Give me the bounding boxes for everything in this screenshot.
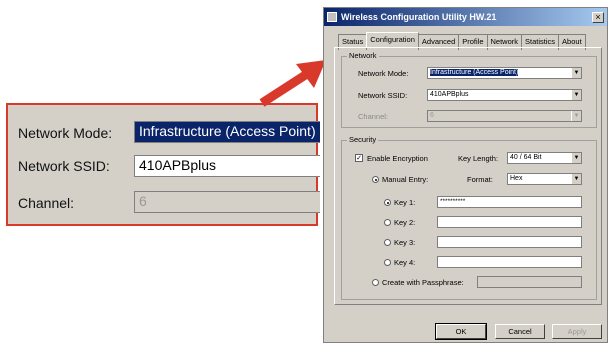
key-length-select[interactable]: 40 / 64 Bit ▼ — [507, 152, 582, 164]
security-group-title: Security — [347, 135, 379, 144]
channel-label: Channel: — [358, 112, 389, 121]
ok-button[interactable]: OK — [435, 323, 487, 340]
configuration-panel: Network Network Mode: Infrastructure (Ac… — [334, 47, 602, 305]
key1-label: Key 1: — [394, 198, 416, 207]
format-select[interactable]: Hex ▼ — [507, 173, 582, 185]
passphrase-input — [477, 276, 582, 288]
network-mode-value: Infrastructure (Access Point) — [430, 69, 519, 76]
app-icon — [327, 12, 337, 22]
channel-value: 6 — [430, 112, 434, 119]
network-mode-select[interactable]: Infrastructure (Access Point) ▼ — [427, 67, 582, 79]
network-group: Network Network Mode: Infrastructure (Ac… — [341, 51, 597, 128]
key-length-value: 40 / 64 Bit — [510, 154, 542, 161]
network-ssid-value: 410APBplus — [430, 91, 469, 98]
channel-select: 6 ▼ — [427, 110, 582, 122]
key3-label: Key 3: — [394, 238, 416, 247]
network-ssid-select[interactable]: 410APBplus ▼ — [427, 89, 582, 101]
cancel-button[interactable]: Cancel — [495, 324, 545, 339]
chevron-down-icon: ▼ — [571, 153, 581, 163]
key2-radio[interactable] — [384, 219, 391, 226]
close-icon[interactable]: × — [592, 11, 604, 23]
key1-radio[interactable] — [384, 199, 391, 206]
manual-entry-radio[interactable] — [372, 176, 379, 183]
key1-input[interactable]: ********** — [437, 196, 582, 208]
key4-radio[interactable] — [384, 259, 391, 266]
enable-encryption-checkbox[interactable]: ✓ — [355, 154, 363, 162]
tab-configuration[interactable]: Configuration — [366, 32, 419, 48]
network-ssid-label: Network SSID: — [358, 91, 408, 100]
chevron-down-icon: ▼ — [571, 68, 581, 78]
network-mode-label: Network Mode: — [358, 69, 409, 78]
wireless-config-dialog: Wireless Configuration Utility HW.21 × S… — [323, 7, 608, 343]
manual-entry-label: Manual Entry: — [382, 175, 429, 184]
security-group: Security ✓ Enable Encryption Key Length:… — [341, 135, 597, 300]
key4-label: Key 4: — [394, 258, 416, 267]
chevron-down-icon: ▼ — [571, 111, 581, 121]
enable-encryption-label: Enable Encryption — [367, 154, 428, 163]
key2-label: Key 2: — [394, 218, 416, 227]
format-value: Hex — [510, 175, 523, 182]
key3-input[interactable] — [437, 236, 582, 248]
key2-input[interactable] — [437, 216, 582, 228]
format-label: Format: — [467, 175, 493, 184]
key-length-label: Key Length: — [458, 154, 499, 163]
network-group-title: Network — [347, 51, 379, 60]
passphrase-label: Create with Passphrase: — [382, 278, 464, 287]
key3-radio[interactable] — [384, 239, 391, 246]
apply-button[interactable]: Apply — [552, 324, 602, 339]
chevron-down-icon: ▼ — [571, 174, 581, 184]
passphrase-radio[interactable] — [372, 279, 379, 286]
title-bar[interactable]: Wireless Configuration Utility HW.21 × — [324, 8, 607, 26]
window-title: Wireless Configuration Utility HW.21 — [341, 12, 497, 22]
chevron-down-icon: ▼ — [571, 90, 581, 100]
key4-input[interactable] — [437, 256, 582, 268]
